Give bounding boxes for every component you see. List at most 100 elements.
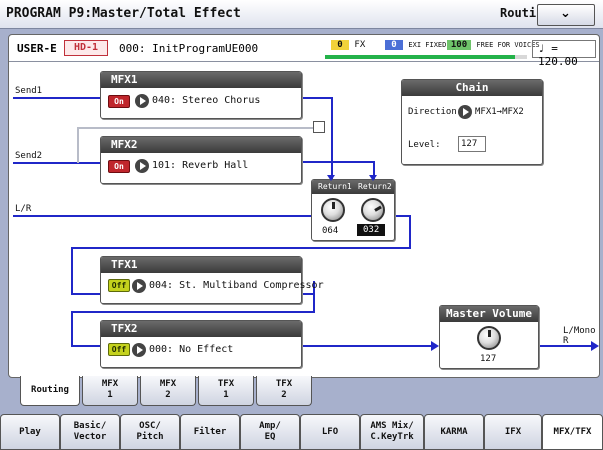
tab-tfx2[interactable]: TFX 2 (256, 376, 312, 406)
lmono-label: L/Mono (563, 326, 596, 336)
tfx1-effect[interactable]: 004: St. Multiband Compressor (149, 280, 324, 291)
voice-meter (325, 55, 527, 59)
tfx1-return (71, 311, 315, 313)
mfx2-block: MFX2 On 101: Reverb Hall (100, 136, 302, 184)
mfx1-return-vertical (331, 97, 333, 185)
send2-label: Send2 (15, 151, 43, 161)
to-tfx1 (71, 293, 101, 295)
mfx1-block: MFX1 On 040: Stereo Chorus (100, 71, 302, 119)
master-volume-knob[interactable] (477, 326, 501, 350)
fx-label: FX (354, 40, 366, 50)
tempo-value: ♩ = 120.00 (538, 42, 578, 68)
tab-mfx2[interactable]: MFX 2 (140, 376, 196, 406)
send2-line (13, 162, 100, 164)
mfx2-select-icon[interactable] (135, 159, 149, 173)
tfx1-switch[interactable]: Off (108, 279, 130, 292)
page-title: PROGRAM P9:Master/Total Effect (6, 6, 241, 21)
mfx1-switch[interactable]: On (108, 95, 130, 108)
chevron-down-icon: ⌄ (560, 6, 571, 21)
tfx2-effect[interactable]: 000: No Effect (149, 344, 233, 355)
tfx1-title: TFX1 (101, 257, 301, 273)
mfx1-effect[interactable]: 040: Stereo Chorus (152, 95, 260, 106)
mfx1-select-icon[interactable] (135, 94, 149, 108)
chain-direction-label: Direction: (408, 107, 463, 117)
chain-level-label: Level: (408, 140, 441, 150)
tfx1-select-icon[interactable] (132, 279, 146, 293)
free-label: FREE FOR VOICES (476, 41, 540, 49)
fx-counter: 0 FX (331, 40, 366, 54)
tab-mfx1[interactable]: MFX 1 (82, 376, 138, 406)
master-volume-value: 127 (480, 354, 497, 364)
tab-mfx-tfx[interactable]: MFX/TFX (542, 414, 603, 450)
lr-return (71, 247, 411, 249)
return2-value[interactable]: 032 (357, 224, 386, 236)
master-volume-block: Master Volume 127 (439, 305, 539, 369)
tab-filter[interactable]: Filter (180, 414, 240, 450)
tfx1-block: TFX1 Off 004: St. Multiband Compressor (100, 256, 324, 304)
routing-panel: USER-E HD-1 000: InitProgramUE000 0 FX 0… (8, 34, 600, 378)
program-info-bar: USER-E HD-1 000: InitProgramUE000 0 FX 0… (9, 35, 599, 68)
tfx2-switch[interactable]: Off (108, 343, 130, 356)
master-in-arrow-icon (431, 341, 439, 351)
tab-karma[interactable]: KARMA (424, 414, 484, 450)
fixed-label: EXI FIXED (408, 41, 447, 49)
tfx2-out (301, 345, 435, 347)
mfx2-title: MFX2 (101, 137, 301, 153)
mfx2-effect[interactable]: 101: Reverb Hall (152, 160, 248, 171)
program-name[interactable]: 000: InitProgramUE000 (119, 42, 258, 55)
chain-junction (313, 121, 325, 133)
page-tabs: Play Basic/ Vector OSC/ Pitch Filter Amp… (0, 414, 603, 450)
return1-arrow-icon (327, 175, 335, 181)
tab-amp-eq[interactable]: Amp/ EQ (240, 414, 300, 450)
page-menu-button[interactable]: ⌄ (537, 4, 595, 26)
voice-meter-fill (325, 55, 515, 59)
lr-label: L/R (15, 204, 32, 214)
output-arrow-icon (591, 341, 599, 351)
tab-tfx1[interactable]: TFX 1 (198, 376, 254, 406)
chain-direction-icon[interactable] (458, 105, 472, 119)
title-bar: PROGRAM P9:Master/Total Effect Routing ⌄ (0, 0, 603, 29)
r-label: R (563, 336, 569, 346)
returns-header: Return1 Return2 (312, 180, 394, 194)
to-tfx2 (71, 345, 101, 347)
free-count: 100 (447, 40, 471, 50)
fx-count: 0 (331, 40, 349, 50)
mfx1-title: MFX1 (101, 72, 301, 88)
bank-label: USER-E (17, 42, 57, 55)
chain-gray-vertical (77, 127, 79, 163)
tab-lfo[interactable]: LFO (300, 414, 360, 450)
tfx2-select-icon[interactable] (132, 343, 146, 357)
chain-level: 127 (461, 139, 478, 149)
mfx2-switch[interactable]: On (108, 160, 130, 173)
chain-gray-line (77, 127, 321, 129)
mfx1-out-line (301, 97, 333, 99)
tfx2-block: TFX2 Off 000: No Effect (100, 320, 302, 368)
send1-line (13, 97, 100, 99)
tab-routing[interactable]: Routing (20, 376, 80, 406)
return2-knob[interactable] (361, 198, 385, 222)
return1-value: 064 (322, 226, 339, 236)
screen: PROGRAM P9:Master/Total Effect Routing ⌄… (0, 0, 603, 450)
return1-knob[interactable] (321, 198, 345, 222)
free-counter: 100 FREE FOR VOICES (447, 40, 540, 54)
send1-label: Send1 (15, 86, 43, 96)
return2-label: Return2 (358, 182, 392, 191)
tab-osc-pitch[interactable]: OSC/ Pitch (120, 414, 180, 450)
mfx2-out-line (301, 161, 375, 163)
chain-direction[interactable]: MFX1→MFX2 (475, 107, 524, 117)
hd-badge: HD-1 (64, 40, 108, 56)
returns-block: Return1 Return2 064 032 (311, 179, 395, 241)
tab-play[interactable]: Play (0, 414, 60, 450)
tempo-field[interactable]: ♩ = 120.00 (532, 40, 596, 68)
chain-level-field[interactable]: 127 (458, 136, 486, 152)
return2-arrow-icon (369, 175, 377, 181)
to-tfx1-vertical (71, 247, 73, 295)
fixed-count: 0 (385, 40, 403, 50)
tab-ams-mix[interactable]: AMS Mix/ C.KeyTrk (360, 414, 424, 450)
tab-basic-vector[interactable]: Basic/ Vector (60, 414, 120, 450)
tfx2-title: TFX2 (101, 321, 301, 337)
tab-ifx[interactable]: IFX (484, 414, 542, 450)
lr-drop (409, 215, 411, 249)
return1-label: Return1 (318, 182, 352, 191)
chain-block: Chain Direction: MFX1→MFX2 Level: 127 (401, 79, 543, 165)
